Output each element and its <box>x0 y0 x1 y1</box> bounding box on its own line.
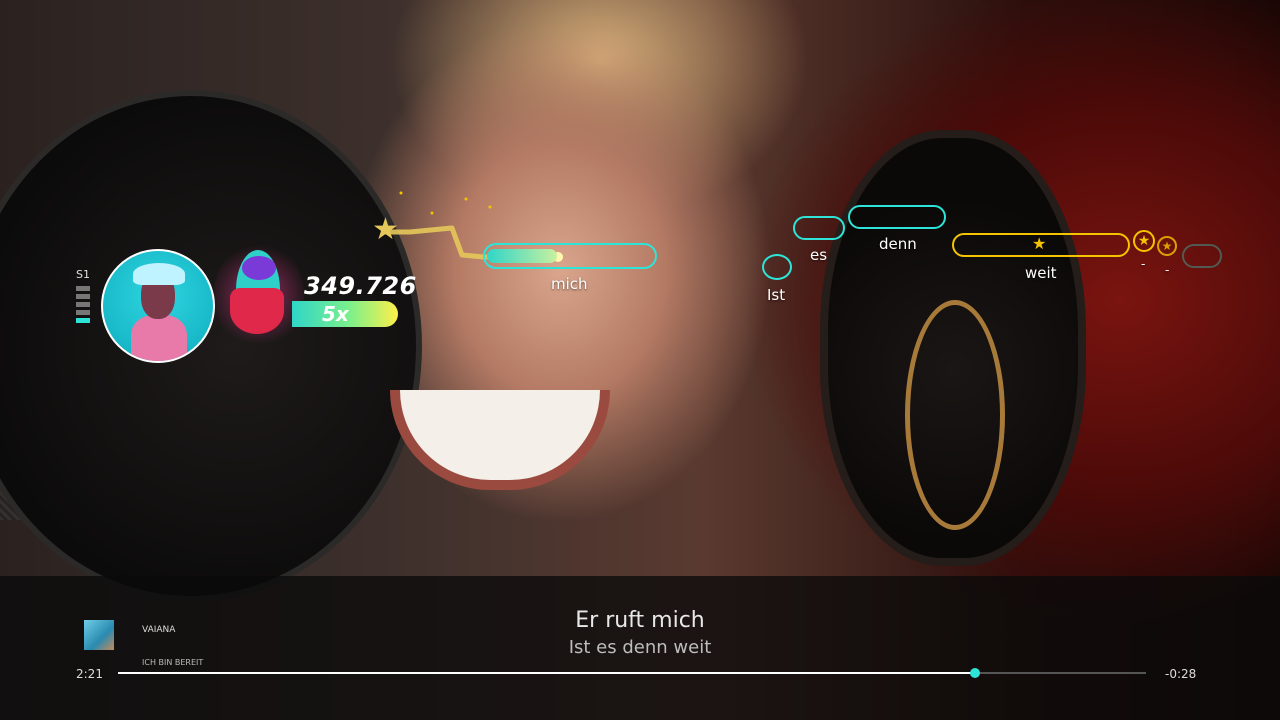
current-lyric-line: Er ruft mich <box>575 608 705 633</box>
note-label-mich: mich <box>551 275 588 293</box>
note-mich <box>483 243 657 269</box>
star-icon: ★ <box>1032 234 1047 253</box>
song-progress-fill <box>118 672 976 674</box>
note-es <box>793 216 845 240</box>
note-label-ist: Ist <box>767 286 786 304</box>
golden-note-star-2: ★ <box>1157 236 1177 256</box>
song-subtitle: ICH BIN BEREIT <box>142 658 204 667</box>
note-label-weit: weit <box>1025 264 1057 282</box>
song-cover-art <box>84 620 114 650</box>
note-denn <box>848 205 946 229</box>
song-progress-bar <box>118 668 1146 678</box>
remaining-time: -0:28 <box>1165 667 1197 681</box>
star-icon: ★ <box>372 212 399 247</box>
note-label-dash-1: - <box>1141 257 1146 271</box>
golden-note-star-1: ★ <box>1133 230 1155 252</box>
golden-note-weit: ★ <box>952 233 1130 257</box>
star-icon: ★ <box>1161 239 1173 253</box>
note-ist <box>762 254 792 280</box>
note-label-dash-2: - <box>1165 263 1170 277</box>
star-icon: ★ <box>1137 233 1151 249</box>
note-upcoming <box>1182 244 1222 268</box>
next-lyric-line: Ist es denn weit <box>568 637 712 658</box>
elapsed-time: 2:21 <box>76 667 103 681</box>
note-label-denn: denn <box>879 235 917 253</box>
note-label-es: es <box>810 246 828 264</box>
song-title: VAIANA <box>142 625 176 635</box>
